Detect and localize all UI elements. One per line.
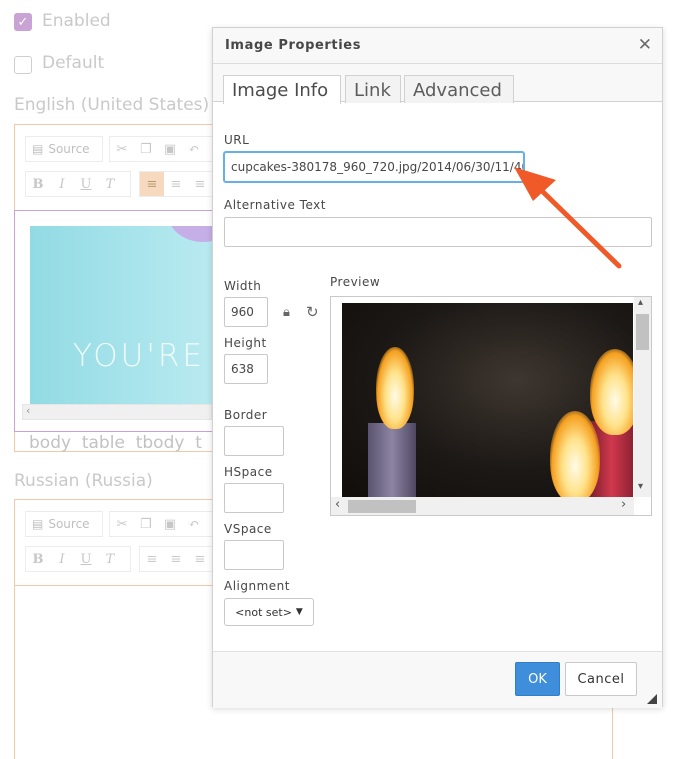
source-button-label: Source <box>48 142 90 156</box>
dialog-footer: OK Cancel <box>213 651 662 708</box>
paste-icon[interactable]: ▣ <box>158 137 182 161</box>
url-input[interactable]: ›/2014/06/30/11/40/cupcakes-380178_960_7… <box>224 152 524 182</box>
scroll-left-icon[interactable]: ‹ <box>26 404 30 417</box>
flame-left <box>376 347 414 429</box>
source-icon: ▤ <box>32 517 44 531</box>
align-center-icon[interactable]: ≡ <box>164 547 188 571</box>
enabled-checkbox[interactable]: ✓ <box>14 13 32 31</box>
source-button-label: Source <box>48 517 90 531</box>
default-checkbox[interactable] <box>14 56 32 74</box>
height-label: Height <box>224 336 267 350</box>
undo-icon[interactable]: ↶ <box>182 137 206 161</box>
italic-icon[interactable]: I <box>50 547 74 571</box>
editor-hscrollbar[interactable]: ‹ <box>22 404 212 420</box>
align-toolbar-russian: ≡ ≡ ≡ <box>139 546 213 572</box>
preview-vscroll-thumb[interactable] <box>636 314 649 350</box>
undo-icon[interactable]: ↶ <box>182 512 206 536</box>
tab-link[interactable]: Link <box>345 75 401 103</box>
editor-russian-divider <box>14 585 214 586</box>
hero-text: YOU'RE <box>73 338 205 374</box>
chevron-down-icon: ▼ <box>295 607 303 617</box>
tab-advanced[interactable]: Advanced <box>404 75 514 103</box>
underline-icon[interactable]: U <box>74 547 98 571</box>
format-toolbar-russian: B I U T <box>25 546 131 572</box>
remove-format-icon[interactable]: T <box>98 172 122 196</box>
dialog-tabs: Image Info Link Advanced <box>213 64 662 104</box>
width-label: Width <box>224 279 262 293</box>
copy-icon[interactable]: ❐ <box>134 137 158 161</box>
align-left-icon[interactable]: ≡ <box>140 172 164 196</box>
align-right-icon[interactable]: ≡ <box>188 172 212 196</box>
lang-english-label: English (United States) <box>14 95 210 115</box>
lang-russian-label: Russian (Russia) <box>14 471 153 491</box>
element-path: body table tbody t <box>29 433 202 453</box>
hero-image: YOU'RE <box>30 226 213 404</box>
alignment-select[interactable]: <not set> ▼ <box>224 598 314 626</box>
italic-icon[interactable]: I <box>50 172 74 196</box>
close-icon[interactable]: ✕ <box>638 35 652 55</box>
align-right-icon[interactable]: ≡ <box>188 547 212 571</box>
flame-middle <box>550 411 600 497</box>
align-toolbar: ≡ ≡ ≡ <box>139 171 213 197</box>
bold-icon[interactable]: B <box>26 172 50 196</box>
cancel-button[interactable]: Cancel <box>565 662 637 696</box>
bold-icon[interactable]: B <box>26 547 50 571</box>
source-button-russian[interactable]: ▤ Source <box>25 511 103 537</box>
copy-icon[interactable]: ❐ <box>134 512 158 536</box>
clipboard-toolbar-russian: ✂ ❐ ▣ ↶ <box>109 511 213 537</box>
remove-format-icon[interactable]: T <box>98 547 122 571</box>
reset-size-icon[interactable]: ↻ <box>306 303 319 321</box>
scroll-up-icon[interactable]: ▴ <box>638 297 643 308</box>
format-toolbar: B I U T <box>25 171 131 197</box>
resize-handle-icon[interactable] <box>647 694 657 704</box>
align-center-icon[interactable]: ≡ <box>164 172 188 196</box>
enabled-label: Enabled <box>42 11 111 31</box>
border-label: Border <box>224 408 268 422</box>
paste-icon[interactable]: ▣ <box>158 512 182 536</box>
scroll-left-icon[interactable]: ‹ <box>335 497 340 512</box>
align-left-icon[interactable]: ≡ <box>140 547 164 571</box>
cut-icon[interactable]: ✂ <box>110 512 134 536</box>
url-label: URL <box>224 133 250 147</box>
preview-hscrollbar[interactable]: ‹ › <box>331 497 634 515</box>
alignment-label: Alignment <box>224 579 290 593</box>
tab-image-info[interactable]: Image Info <box>223 75 341 104</box>
preview-label: Preview <box>330 275 381 289</box>
clipboard-toolbar: ✂ ❐ ▣ ↶ <box>109 136 213 162</box>
scroll-down-icon[interactable]: ▾ <box>638 481 643 492</box>
dialog-title: Image Properties <box>225 38 362 53</box>
width-input[interactable]: 960 <box>224 297 268 327</box>
vspace-label: VSpace <box>224 522 272 536</box>
preview-hscroll-thumb[interactable] <box>348 500 416 513</box>
image-properties-dialog: Image Properties ✕ Image Info Link Advan… <box>212 27 663 708</box>
hero-decoration <box>168 226 213 242</box>
ok-button[interactable]: OK <box>515 662 560 696</box>
preview-vscrollbar[interactable]: ▴ ▾ <box>634 297 651 497</box>
border-input[interactable] <box>224 426 284 456</box>
hspace-label: HSpace <box>224 465 273 479</box>
flame-right <box>590 349 633 435</box>
alignment-value: <not set> <box>235 605 292 619</box>
preview-box: ▴ ▾ ‹ › <box>330 296 652 516</box>
source-button[interactable]: ▤ Source <box>25 136 103 162</box>
preview-image <box>342 303 633 497</box>
alt-text-label: Alternative Text <box>224 198 326 212</box>
dialog-titlebar[interactable]: Image Properties ✕ <box>213 28 662 64</box>
cut-icon[interactable]: ✂ <box>110 137 134 161</box>
underline-icon[interactable]: U <box>74 172 98 196</box>
candle-left <box>368 423 416 497</box>
height-input[interactable]: 638 <box>224 354 268 384</box>
lock-icon[interactable]: 🔒︎ <box>283 305 290 320</box>
hspace-input[interactable] <box>224 483 284 513</box>
default-label: Default <box>42 53 105 73</box>
scroll-right-icon[interactable]: › <box>621 497 626 512</box>
source-icon: ▤ <box>32 142 44 156</box>
vspace-input[interactable] <box>224 540 284 570</box>
alt-text-input[interactable] <box>224 217 652 247</box>
